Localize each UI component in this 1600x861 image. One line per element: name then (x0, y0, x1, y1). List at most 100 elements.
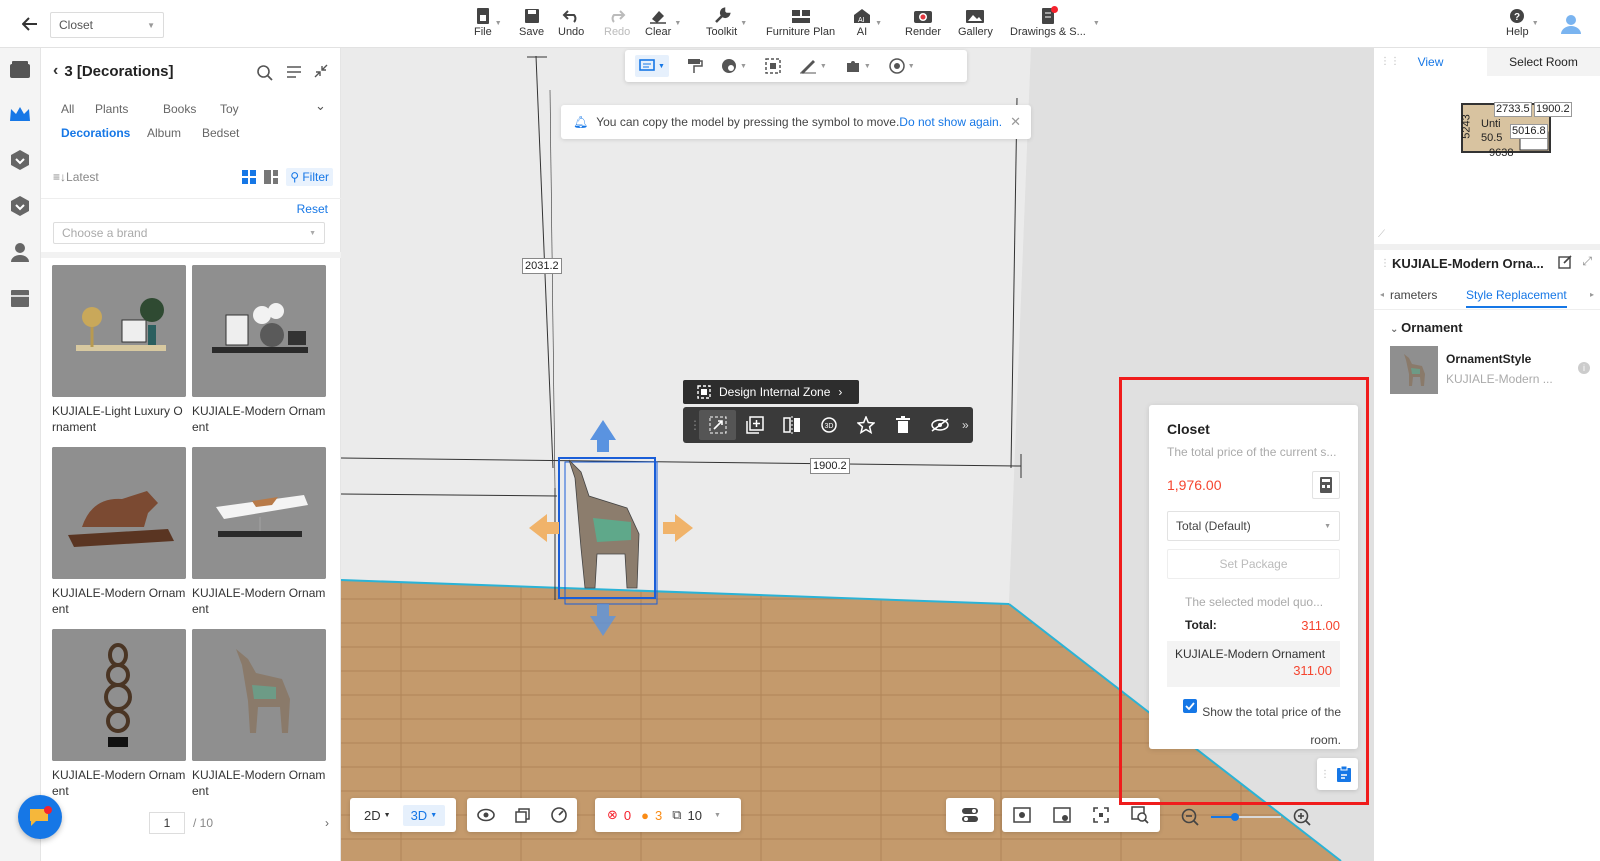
quote-panel-toggle[interactable]: ⋮ (1317, 758, 1358, 790)
product-card[interactable]: KUJIALE-Modern Ornament (192, 265, 326, 435)
page-input[interactable]: 1 (149, 812, 185, 834)
fit-view-icon[interactable] (1093, 807, 1109, 823)
layers-icon[interactable] (515, 807, 531, 823)
mirror-tool[interactable] (773, 410, 810, 440)
calculator-button[interactable] (1312, 471, 1340, 499)
design-internal-zone-button[interactable]: Design Internal Zone › (683, 380, 859, 404)
more-icon[interactable]: » (962, 418, 969, 432)
chevron-right-icon[interactable]: › (325, 816, 329, 830)
resize-handle-icon[interactable]: ⟋ (1378, 229, 1385, 240)
list-menu-icon[interactable] (286, 64, 302, 80)
eye-icon[interactable] (477, 808, 495, 822)
mode-2d-button[interactable]: 2D ▼ (356, 805, 399, 826)
camera-settings-icon[interactable] (1053, 807, 1071, 823)
category-plants[interactable]: Plants (95, 102, 128, 116)
chat-button[interactable] (18, 795, 62, 839)
file-menu[interactable]: File ▼ (474, 6, 502, 38)
do-not-show-link[interactable]: Do not show again. (899, 115, 1002, 129)
furniture-plan-button[interactable]: Furniture Plan (766, 6, 835, 38)
drawings-menu[interactable]: Drawings & S... ▼ (1010, 6, 1100, 38)
drag-handle-icon[interactable]: ⋮⋮ (1380, 56, 1400, 67)
chevron-right-icon[interactable]: ▸ (1590, 290, 1594, 299)
delete-tool[interactable] (884, 410, 921, 440)
search-icon[interactable] (256, 64, 274, 82)
copy-tool[interactable] (736, 410, 773, 440)
focus-tool[interactable] (765, 55, 781, 77)
product-card[interactable]: KUJIALE-Modern Ornament (52, 629, 186, 799)
sort-latest[interactable]: ≡↓Latest (53, 170, 99, 184)
rail-catalog-icon[interactable] (8, 58, 32, 82)
rail-badge2-icon[interactable] (8, 194, 32, 218)
avatar[interactable] (1560, 13, 1582, 38)
chevron-down-icon[interactable]: ⌄ (315, 98, 326, 114)
category-all[interactable]: All (61, 102, 74, 116)
redo-button[interactable]: Redo (604, 6, 630, 38)
mode-3d-button[interactable]: 3D ▼ (402, 804, 446, 826)
paint-tool[interactable] (687, 55, 703, 77)
hide-tool[interactable] (921, 410, 958, 440)
filter-button[interactable]: ⚲ Filter (286, 168, 333, 186)
back-button[interactable] (12, 10, 48, 38)
grid-view-icon[interactable] (242, 170, 257, 184)
rail-user-icon[interactable] (8, 240, 32, 264)
product-card[interactable]: KUJIALE-Modern Ornament (52, 447, 186, 617)
screenshot-icon[interactable] (1013, 807, 1031, 823)
gallery-button[interactable]: Gallery (958, 6, 993, 38)
drag-handle-icon[interactable]: ⋮ (689, 418, 701, 432)
scale-tool[interactable] (699, 410, 736, 440)
product-card[interactable]: KUJIALE-Modern Ornament (192, 447, 326, 617)
dimension-height[interactable]: 2031.2 (522, 258, 562, 274)
snap-tool[interactable]: ▼ (889, 55, 915, 77)
save-button[interactable]: Save (519, 6, 544, 38)
category-bedset[interactable]: Bedset (202, 126, 239, 140)
collapse-icon[interactable] (314, 64, 328, 78)
product-card[interactable]: KUJIALE-Light Luxury Ornament (52, 265, 186, 435)
brand-select[interactable]: Choose a brand ▼ (53, 222, 325, 244)
rotate-tool[interactable]: 3D (810, 410, 847, 440)
info-icon[interactable]: i (1578, 362, 1590, 374)
zoom-out-icon[interactable] (1181, 808, 1199, 826)
zoom-fit-icon[interactable] (1131, 806, 1149, 824)
rail-cabinet-icon[interactable] (8, 286, 32, 310)
help-menu[interactable]: ? Help ▼ (1506, 6, 1539, 38)
show-total-checkbox[interactable] (1183, 699, 1197, 713)
tab-select-room[interactable]: Select Room (1487, 48, 1600, 76)
dimension-width[interactable]: 1900.2 (810, 458, 850, 474)
tab-parameters[interactable]: rameters (1390, 288, 1437, 302)
rail-badge-icon[interactable] (8, 148, 32, 172)
reset-link[interactable]: Reset (297, 202, 328, 216)
chevron-left-icon[interactable]: ◂ (1380, 290, 1384, 299)
favorite-tool[interactable] (847, 410, 884, 440)
tab-style-replacement[interactable]: Style Replacement (1466, 288, 1567, 308)
settings-toggle-bar[interactable] (946, 798, 994, 832)
edit-icon[interactable] (1558, 255, 1572, 272)
toolkit-menu[interactable]: Toolkit ▼ (706, 6, 747, 38)
material-tool[interactable]: ▼ (721, 55, 747, 77)
zoom-slider-thumb[interactable] (1231, 813, 1239, 821)
category-album[interactable]: Album (147, 126, 181, 140)
annotate-tool[interactable]: ▼ (635, 55, 669, 77)
clear-menu[interactable]: Clear ▼ (645, 6, 681, 38)
ai-menu[interactable]: AI AI ▼ (852, 6, 882, 38)
category-toy[interactable]: Toy (220, 102, 239, 116)
gauge-icon[interactable] (551, 807, 567, 823)
expand-icon[interactable]: ⤢ (1582, 254, 1592, 269)
set-package-button[interactable]: Set Package (1167, 549, 1340, 579)
close-icon[interactable]: ✕ (1010, 114, 1021, 130)
issues-bar[interactable]: ⊗ 0 ● 3 ⧉ 10 ▼ (595, 798, 741, 832)
viewport-3d[interactable]: ▼ ▼ ▼ ▼ ▼ 🔔︎ You can copy the model by p… (341, 48, 1374, 861)
chevron-left-icon[interactable]: ‹ (53, 62, 58, 80)
rail-crown-icon[interactable] (8, 102, 32, 126)
price-mode-select[interactable]: Total (Default) ▼ (1167, 511, 1340, 541)
render-button[interactable]: Render (905, 6, 941, 38)
list-view-icon[interactable] (264, 170, 279, 184)
category-books[interactable]: Books (163, 102, 196, 116)
plugin-tool[interactable]: ▼ (845, 55, 871, 77)
product-card[interactable]: KUJIALE-Modern Ornament (192, 629, 326, 799)
zoom-in-icon[interactable] (1293, 808, 1311, 826)
ornament-section-header[interactable]: ⌄ Ornament (1390, 320, 1463, 335)
zoom-slider[interactable] (1211, 813, 1281, 821)
project-select[interactable]: Closet ▼ (50, 12, 164, 38)
category-decorations[interactable]: Decorations (61, 126, 130, 140)
style-item[interactable]: OrnamentStyle KUJIALE-Modern ... i (1390, 346, 1590, 394)
